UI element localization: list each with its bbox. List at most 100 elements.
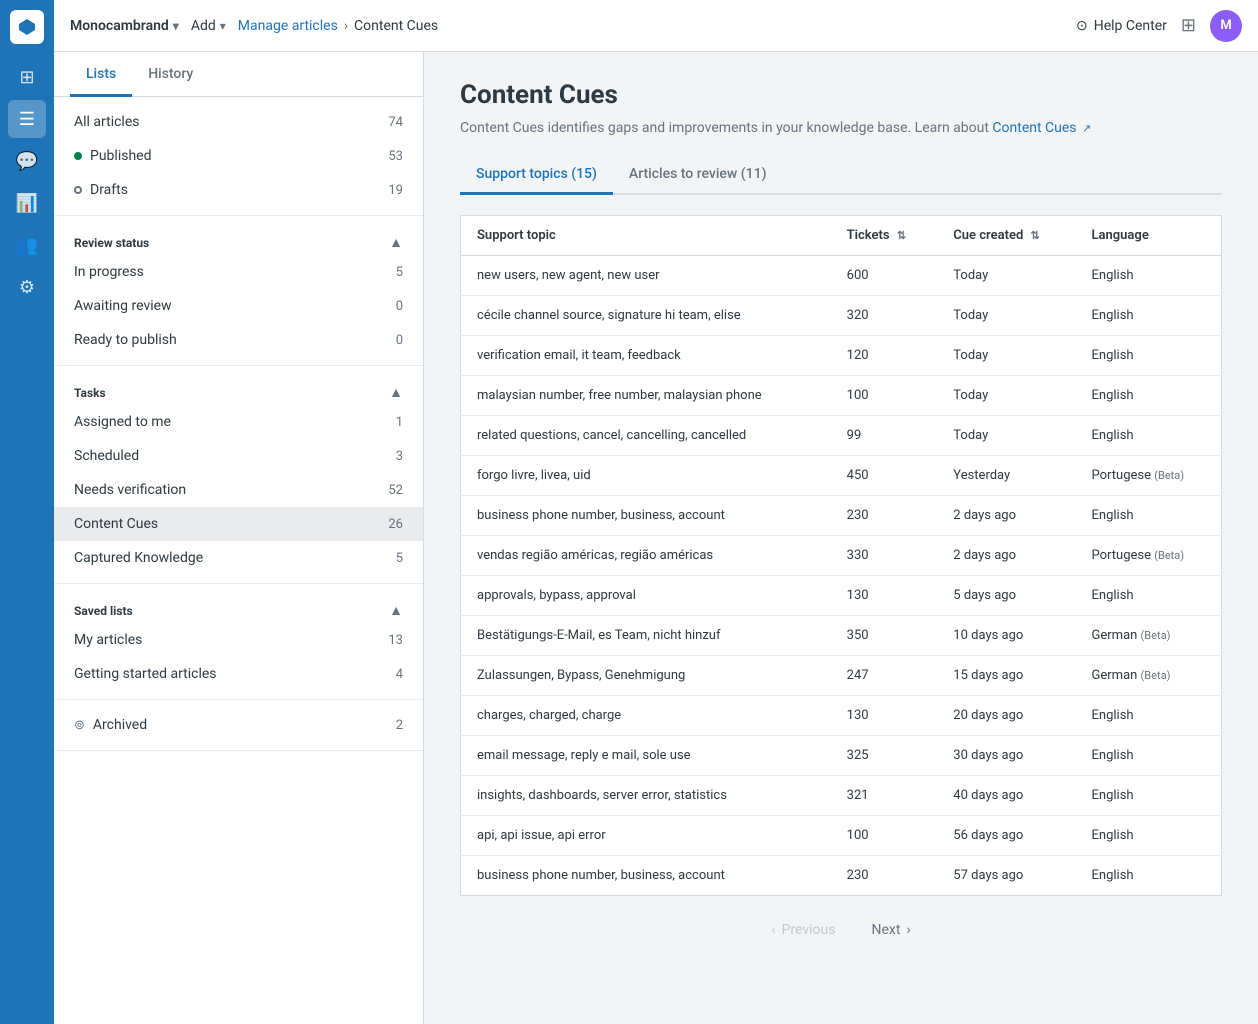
table-row[interactable]: cécile channel source, signature hi team… (461, 296, 1222, 336)
cell-topic: verification email, it team, feedback (461, 336, 831, 376)
ready-to-publish-count: 0 (396, 333, 403, 348)
app-logo[interactable] (10, 10, 44, 44)
help-center-button[interactable]: ⊙ Help Center (1076, 18, 1167, 34)
published-count: 53 (388, 149, 403, 164)
sidebar-item-in-progress[interactable]: In progress 5 (54, 255, 423, 289)
cell-language: English (1076, 696, 1222, 736)
cell-tickets: 600 (831, 256, 938, 296)
sidebar-item-scheduled[interactable]: Scheduled 3 (54, 439, 423, 473)
published-label: Published (90, 148, 151, 164)
table-row[interactable]: charges, charged, charge 130 20 days ago… (461, 696, 1222, 736)
reports-icon[interactable]: 📊 (8, 184, 46, 222)
col-language: Language (1076, 216, 1222, 256)
avatar[interactable]: M (1210, 10, 1242, 42)
table-row[interactable]: forgo livre, livea, uid 450 Yesterday Po… (461, 456, 1222, 496)
sidebar-item-assigned-to-me[interactable]: Assigned to me 1 (54, 405, 423, 439)
tab-lists[interactable]: Lists (70, 52, 132, 97)
sidebar-item-archived[interactable]: ⊚ Archived 2 (54, 708, 423, 742)
sidebar-item-needs-verification[interactable]: Needs verification 52 (54, 473, 423, 507)
avatar-initials: M (1220, 18, 1231, 33)
captured-knowledge-count: 5 (396, 551, 403, 566)
table-row[interactable]: verification email, it team, feedback 12… (461, 336, 1222, 376)
cell-cue-created: Today (937, 336, 1075, 376)
review-status-section: Review status ▲ In progress 5 Awaiting r… (54, 216, 423, 366)
sidebar-item-all-articles[interactable]: All articles 74 (54, 105, 423, 139)
cell-topic: api, api issue, api error (461, 816, 831, 856)
cell-language: English (1076, 256, 1222, 296)
articles-icon[interactable]: ☰ (8, 100, 46, 138)
previous-button[interactable]: ‹ Previous (761, 916, 845, 944)
cell-tickets: 450 (831, 456, 938, 496)
main-wrapper: Monocambrand ▾ Add ▾ Manage articles › C… (54, 0, 1258, 1024)
tab-articles-to-review[interactable]: Articles to review (11) (613, 156, 783, 195)
in-progress-label: In progress (74, 264, 144, 280)
sidebar-item-captured-knowledge[interactable]: Captured Knowledge 5 (54, 541, 423, 575)
cell-tickets: 325 (831, 736, 938, 776)
cell-cue-created: 5 days ago (937, 576, 1075, 616)
table-row[interactable]: Zulassungen, Bypass, Genehmigung 247 15 … (461, 656, 1222, 696)
col-cue-created-label: Cue created (953, 228, 1023, 243)
table-row[interactable]: email message, reply e mail, sole use 32… (461, 736, 1222, 776)
sidebar-item-published[interactable]: Published 53 (54, 139, 423, 173)
grid-icon[interactable]: ⊞ (1181, 15, 1196, 36)
next-button[interactable]: Next › (861, 916, 920, 944)
table-row[interactable]: related questions, cancel, cancelling, c… (461, 416, 1222, 456)
content-cues-label: Content Cues (74, 516, 158, 532)
table-row[interactable]: vendas região américas, região américas … (461, 536, 1222, 576)
add-menu[interactable]: Add ▾ (191, 18, 226, 34)
saved-lists-header[interactable]: Saved lists ▲ (54, 592, 423, 623)
awaiting-review-count: 0 (396, 299, 403, 314)
table-row[interactable]: insights, dashboards, server error, stat… (461, 776, 1222, 816)
ready-to-publish-label: Ready to publish (74, 332, 177, 348)
cell-cue-created: 56 days ago (937, 816, 1075, 856)
table-row[interactable]: business phone number, business, account… (461, 496, 1222, 536)
brand-selector[interactable]: Monocambrand ▾ (70, 18, 179, 34)
cell-language: English (1076, 816, 1222, 856)
tasks-toggle-icon: ▲ (389, 384, 403, 401)
col-cue-created[interactable]: Cue created ⇅ (937, 216, 1075, 256)
cell-cue-created: 30 days ago (937, 736, 1075, 776)
cell-topic: insights, dashboards, server error, stat… (461, 776, 831, 816)
drafts-dot-icon (74, 186, 82, 194)
sidebar-item-ready-to-publish[interactable]: Ready to publish 0 (54, 323, 423, 357)
table-row[interactable]: new users, new agent, new user 600 Today… (461, 256, 1222, 296)
table-body: new users, new agent, new user 600 Today… (461, 256, 1222, 896)
my-articles-count: 13 (388, 633, 403, 648)
cell-tickets: 330 (831, 536, 938, 576)
sidebar-item-content-cues[interactable]: Content Cues 26 (54, 507, 423, 541)
sidebar-item-my-articles[interactable]: My articles 13 (54, 623, 423, 657)
people-icon[interactable]: 👥 (8, 226, 46, 264)
assigned-to-me-count: 1 (396, 415, 403, 430)
messages-icon[interactable]: 💬 (8, 142, 46, 180)
icon-rail: ⊞ ☰ 💬 📊 👥 ⚙ (0, 0, 54, 1024)
sidebar-item-drafts[interactable]: Drafts 19 (54, 173, 423, 207)
tab-support-topics[interactable]: Support topics (15) (460, 156, 613, 195)
table-row[interactable]: business phone number, business, account… (461, 856, 1222, 896)
cell-cue-created: Today (937, 416, 1075, 456)
settings-icon[interactable]: ⚙ (8, 268, 46, 306)
subtitle-link[interactable]: Content Cues (992, 120, 1076, 136)
drafts-count: 19 (388, 183, 403, 198)
home-icon[interactable]: ⊞ (8, 58, 46, 96)
tab-history[interactable]: History (132, 52, 209, 97)
table-row[interactable]: Bestätigungs-E-Mail, es Team, nicht hinz… (461, 616, 1222, 656)
sidebar-item-getting-started[interactable]: Getting started articles 4 (54, 657, 423, 691)
breadcrumb-manage-articles[interactable]: Manage articles (238, 18, 338, 34)
tasks-header[interactable]: Tasks ▲ (54, 374, 423, 405)
review-status-header[interactable]: Review status ▲ (54, 224, 423, 255)
table-row[interactable]: approvals, bypass, approval 130 5 days a… (461, 576, 1222, 616)
table-row[interactable]: malaysian number, free number, malaysian… (461, 376, 1222, 416)
table-header-row: Support topic Tickets ⇅ Cue created ⇅ La… (461, 216, 1222, 256)
cell-topic: cécile channel source, signature hi team… (461, 296, 831, 336)
cell-tickets: 230 (831, 856, 938, 896)
scheduled-label: Scheduled (74, 448, 139, 464)
assigned-to-me-label: Assigned to me (74, 414, 171, 430)
table-header: Support topic Tickets ⇅ Cue created ⇅ La… (461, 216, 1222, 256)
cell-cue-created: 2 days ago (937, 496, 1075, 536)
needs-verification-count: 52 (388, 483, 403, 498)
content-cues-table: Support topic Tickets ⇅ Cue created ⇅ La… (460, 215, 1222, 896)
cell-language: Portugese (Beta) (1076, 456, 1222, 496)
sidebar-item-awaiting-review[interactable]: Awaiting review 0 (54, 289, 423, 323)
table-row[interactable]: api, api issue, api error 100 56 days ag… (461, 816, 1222, 856)
col-tickets[interactable]: Tickets ⇅ (831, 216, 938, 256)
